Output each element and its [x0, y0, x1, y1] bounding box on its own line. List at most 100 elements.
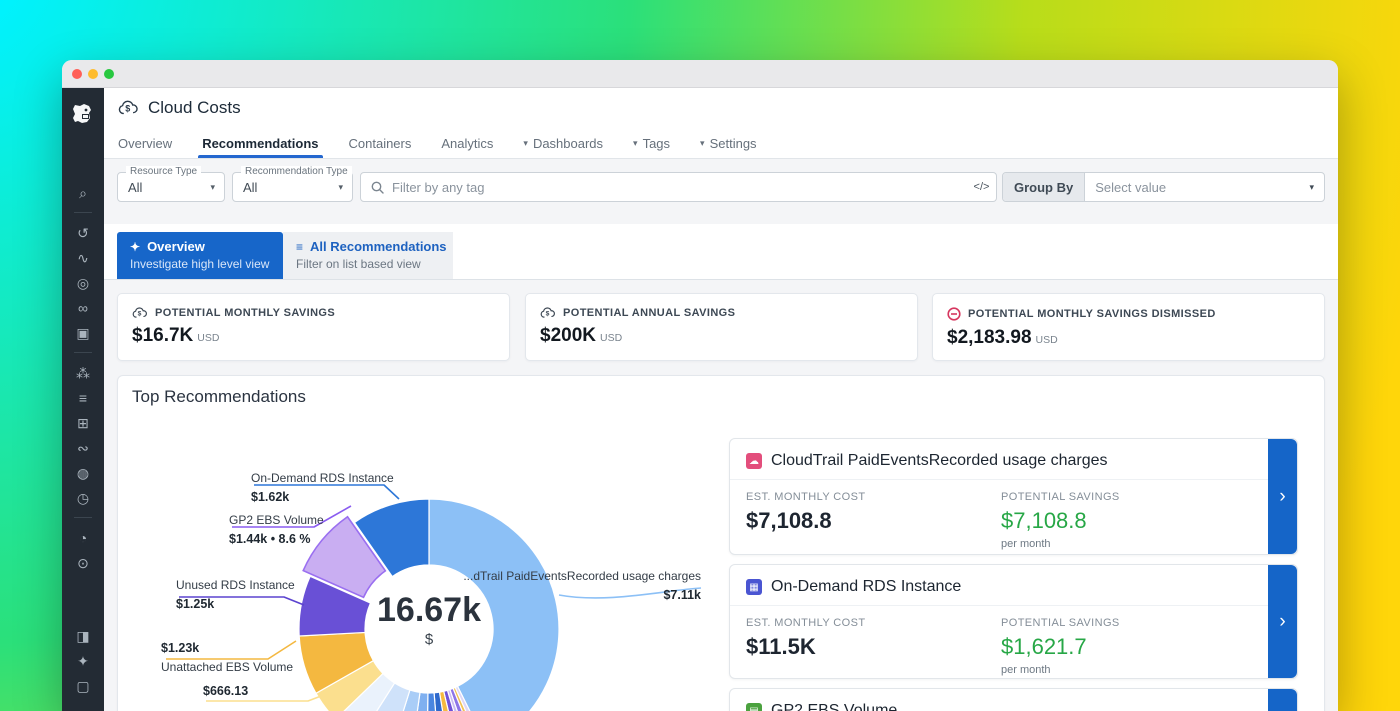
- dog-logo-icon: [70, 101, 96, 127]
- group-by-control[interactable]: Group By Select value ▾: [1002, 172, 1325, 202]
- chevron-right-icon: ›: [1279, 486, 1285, 508]
- zoom-window-button[interactable]: [104, 69, 114, 79]
- dashboards-icon[interactable]: ◎: [62, 270, 104, 295]
- watchdog-icon[interactable]: ∞: [62, 295, 104, 320]
- list-icon: ≡: [296, 240, 303, 254]
- callout-666: $666.13: [203, 682, 248, 701]
- open-recommendation-button[interactable]: ›: [1268, 439, 1297, 554]
- est-cost-value: $11.5K: [746, 634, 1001, 660]
- svg-text:$: $: [546, 311, 550, 318]
- serverless-icon[interactable]: ◷: [62, 485, 104, 510]
- callout-value: $1.23k: [161, 641, 199, 655]
- card-value: $2,183.98: [947, 327, 1032, 348]
- code-filter-button[interactable]: </>: [967, 172, 997, 202]
- cloud-dollar-icon: $: [540, 307, 556, 319]
- callout-name: ...dTrail PaidEventsRecorded usage charg…: [461, 567, 701, 586]
- tag-filter-input[interactable]: [392, 180, 957, 195]
- minimize-window-button[interactable]: [88, 69, 98, 79]
- callout-cloudtrail: ...dTrail PaidEventsRecorded usage charg…: [461, 567, 701, 605]
- sidebar-divider: [74, 212, 92, 213]
- tab-containers[interactable]: Containers: [349, 128, 412, 158]
- recommendation-card-gp2[interactable]: ▤ GP2 EBS Volume ›: [729, 688, 1298, 711]
- recommendation-card-rds[interactable]: ▦ On-Demand RDS Instance EST. MONTHLY CO…: [729, 564, 1298, 679]
- more-icon[interactable]: ▢: [62, 673, 104, 698]
- caret-down-icon: ▾: [523, 138, 528, 149]
- recommendation-title: CloudTrail PaidEventsRecorded usage char…: [771, 452, 1107, 470]
- infrastructure-icon[interactable]: ▣: [62, 320, 104, 345]
- card-unit: USD: [197, 332, 219, 344]
- svg-text:$: $: [138, 311, 142, 318]
- tab-overview[interactable]: Overview: [118, 128, 172, 158]
- history-icon[interactable]: ↺: [62, 220, 104, 245]
- logs-icon[interactable]: ≡: [62, 385, 104, 410]
- recommendation-card-cloudtrail[interactable]: ☁ CloudTrail PaidEventsRecorded usage ch…: [729, 438, 1298, 555]
- group-by-label: Group By: [1003, 173, 1085, 201]
- integrations-icon[interactable]: ◨: [62, 623, 104, 648]
- open-recommendation-button[interactable]: ›: [1268, 689, 1297, 711]
- tab-analytics[interactable]: Analytics: [441, 128, 493, 158]
- caret-down-icon: ▾: [338, 182, 343, 193]
- potential-savings-value: $1,621.7: [1001, 634, 1281, 660]
- callout-name: GP2 EBS Volume: [229, 511, 324, 530]
- tab-tags[interactable]: ▾Tags: [633, 128, 670, 158]
- investigate-icon[interactable]: ⊙: [62, 550, 104, 575]
- est-cost-label: EST. MONTHLY COST: [746, 617, 1001, 629]
- callout-name: On-Demand RDS Instance: [251, 469, 394, 488]
- caret-down-icon: ▾: [700, 138, 705, 149]
- view-tab-all-recommendations[interactable]: ≡All Recommendations Filter on list base…: [283, 232, 453, 279]
- sidebar-divider: [74, 352, 92, 353]
- callout-value: $1.25k: [176, 597, 214, 611]
- app-window: ⌕ ↺ ∿ ◎ ∞ ▣ ⁂ ≡ ⊞ ∾ ◍ ◷ ◔ ⊙ ◨ ✦ ▢: [62, 60, 1338, 711]
- tab-settings[interactable]: ▾Settings: [700, 128, 757, 158]
- recommendation-type-value: All: [243, 180, 257, 195]
- est-cost-label: EST. MONTHLY COST: [746, 491, 1001, 503]
- card-value: $200K: [540, 325, 596, 346]
- view-tab-title: All Recommendations: [310, 239, 447, 254]
- circle-minus-icon: [947, 307, 961, 321]
- card-unit: USD: [600, 332, 622, 344]
- group-by-value: Select value: [1085, 173, 1309, 201]
- synthetics-icon[interactable]: ∾: [62, 435, 104, 460]
- cloudtrail-icon: ☁: [746, 453, 762, 469]
- close-window-button[interactable]: [72, 69, 82, 79]
- gauge-icon[interactable]: ◔: [62, 525, 104, 550]
- tag-filter-searchbox[interactable]: [360, 172, 968, 202]
- donut-slice[interactable]: [429, 499, 559, 711]
- sparkle-icon[interactable]: ✦: [62, 648, 104, 673]
- caret-down-icon: ▾: [1309, 173, 1324, 201]
- sparkle-icon: ✦: [130, 240, 140, 254]
- savings-period: per month: [1001, 538, 1281, 550]
- card-label: POTENTIAL MONTHLY SAVINGS: [155, 307, 335, 319]
- screen: { "theme": { "accent_blue": "#1766c9", "…: [0, 0, 1400, 711]
- callout-name: Unattached EBS Volume: [161, 658, 293, 677]
- tab-recommendations[interactable]: Recommendations: [202, 128, 318, 158]
- callout-gp2-ebs: GP2 EBS Volume $1.44k • 8.6 %: [229, 511, 324, 549]
- tab-dashboards[interactable]: ▾Dashboards: [523, 128, 603, 158]
- recommendation-type-select[interactable]: Recommendation Type All ▾: [232, 172, 353, 202]
- recommendation-title: GP2 EBS Volume: [771, 702, 897, 711]
- recommendation-type-label: Recommendation Type: [241, 166, 352, 177]
- datadog-logo[interactable]: [62, 94, 104, 134]
- rds-icon: ▦: [746, 579, 762, 595]
- card-label: POTENTIAL ANNUAL SAVINGS: [563, 307, 735, 319]
- nav-tabs: Overview Recommendations Containers Anal…: [104, 128, 1338, 159]
- app-header: $ Cloud Costs: [104, 88, 1338, 128]
- potential-savings-label: POTENTIAL SAVINGS: [1001, 491, 1281, 503]
- est-cost-value: $7,108.8: [746, 508, 1001, 534]
- callout-value: $7.11k: [663, 588, 701, 602]
- view-tab-overview[interactable]: ✦Overview Investigate high level view: [117, 232, 283, 279]
- page-title: Cloud Costs: [148, 98, 241, 118]
- sidebar-nav: ⌕ ↺ ∿ ◎ ∞ ▣ ⁂ ≡ ⊞ ∾ ◍ ◷ ◔ ⊙ ◨ ✦ ▢: [62, 180, 104, 698]
- ebs-icon: ▤: [746, 703, 762, 711]
- metrics-icon[interactable]: ∿: [62, 245, 104, 270]
- sidebar-divider: [74, 517, 92, 518]
- open-recommendation-button[interactable]: ›: [1268, 565, 1297, 678]
- apm-icon[interactable]: ⁂: [62, 360, 104, 385]
- resource-type-select[interactable]: Resource Type All ▾: [117, 172, 225, 202]
- callout-value: $666.13: [203, 684, 248, 698]
- security-icon[interactable]: ◍: [62, 460, 104, 485]
- callout-value: $1.44k • 8.6 %: [229, 532, 311, 546]
- frames-icon[interactable]: ⊞: [62, 410, 104, 435]
- resource-type-label: Resource Type: [126, 166, 201, 177]
- search-icon[interactable]: ⌕: [62, 180, 104, 205]
